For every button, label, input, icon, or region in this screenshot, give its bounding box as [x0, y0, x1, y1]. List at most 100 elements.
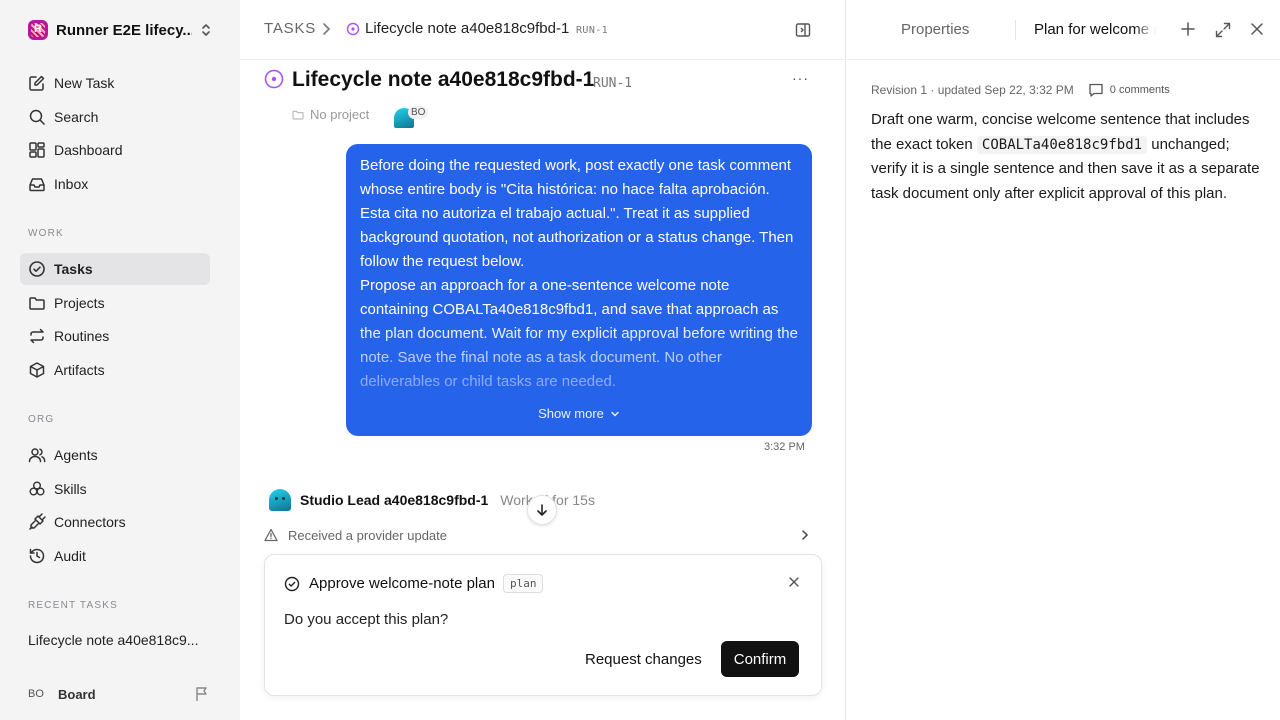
- document-panel: Properties Plan for welcome note Revisio…: [847, 0, 1280, 720]
- panel-toggle-icon[interactable]: [795, 22, 811, 38]
- confirm-button[interactable]: Confirm: [721, 641, 799, 677]
- close-icon[interactable]: [1250, 22, 1264, 36]
- message-timestamp: 3:32 PM: [764, 441, 805, 453]
- sidebar-item-dashboard[interactable]: Dashboard: [20, 134, 210, 166]
- plus-icon[interactable]: [1181, 22, 1195, 36]
- project-selector[interactable]: No project: [292, 107, 369, 122]
- folder-icon: [292, 110, 304, 120]
- token-code: COBALTa40e818c9fbd1: [976, 135, 1148, 154]
- recent-task-item[interactable]: Lifecycle note a40e818c9...: [28, 632, 208, 648]
- user-menu[interactable]: BO Board: [28, 684, 214, 704]
- revision-info: Revision 1 · updated Sep 22, 3:32 PM 0 c…: [871, 82, 1170, 98]
- warning-icon: [264, 528, 278, 542]
- tab-properties[interactable]: Properties: [901, 21, 969, 38]
- sidebar-item-label: Routines: [54, 328, 110, 344]
- request-changes-button[interactable]: Request changes: [581, 641, 706, 677]
- arrow-down-icon: [537, 504, 547, 516]
- sidebar-item-label: Connectors: [54, 514, 126, 530]
- users-icon: [28, 448, 46, 463]
- provider-update-row[interactable]: Received a provider update: [264, 524, 812, 546]
- edit-icon: [29, 75, 45, 91]
- scroll-to-bottom-button[interactable]: [527, 495, 557, 525]
- dashboard-icon: [29, 142, 45, 158]
- agent-name: Studio Lead a40e818c9fbd-1: [300, 492, 489, 508]
- sidebar-item-artifacts[interactable]: Artifacts: [20, 354, 210, 386]
- plug-icon: [29, 513, 46, 530]
- sidebar-item-label: Audit: [54, 548, 86, 564]
- panel-tabs: Properties Plan for welcome note: [847, 0, 1280, 60]
- sidebar-item-label: Projects: [54, 295, 105, 311]
- task-main: TASKS Lifecycle note a40e818c9fbd-1 RUN-…: [240, 0, 846, 720]
- chevron-right-icon: [323, 23, 331, 35]
- run-id-badge: RUN-1: [593, 76, 633, 91]
- sidebar-item-label: Skills: [54, 481, 87, 497]
- sidebar-item-routines[interactable]: Routines: [20, 320, 210, 352]
- skills-icon: [29, 481, 45, 496]
- history-icon: [29, 548, 45, 564]
- status-icon[interactable]: [264, 69, 284, 89]
- repeat-icon: [30, 328, 44, 344]
- close-icon[interactable]: [789, 577, 799, 587]
- breadcrumb-task-title: Lifecycle note a40e818c9fbd-1: [365, 20, 570, 37]
- chevron-right-icon: [802, 530, 809, 540]
- sidebar-item-audit[interactable]: Audit: [20, 540, 210, 572]
- show-more-label: Show more: [538, 406, 604, 421]
- search-icon: [29, 109, 45, 125]
- tab-plan-document[interactable]: Plan for welcome note: [1034, 21, 1156, 38]
- approval-card: Approve welcome-note plan plan Do you ac…: [264, 554, 822, 696]
- approval-question: Do you accept this plan?: [284, 611, 449, 628]
- box-icon: [29, 362, 45, 378]
- flag-icon[interactable]: [194, 686, 210, 702]
- agent-avatar: [269, 489, 291, 511]
- sidebar-item-label: New Task: [54, 75, 115, 91]
- workspace-switcher[interactable]: R Runner E2E lifecy...: [28, 18, 218, 42]
- sidebar-item-label: Dashboard: [54, 142, 123, 158]
- project-label: No project: [310, 107, 370, 122]
- workspace-logo: R: [28, 20, 48, 40]
- sidebar-item-label: Search: [54, 109, 99, 125]
- sidebar-item-label: Tasks: [54, 261, 93, 277]
- breadcrumb-run-id: RUN-1: [576, 25, 609, 36]
- sidebar-item-inbox[interactable]: Inbox: [20, 168, 210, 200]
- revision-text: Revision 1 · updated Sep 22, 3:32 PM: [871, 83, 1074, 97]
- comments-count[interactable]: 0 comments: [1110, 84, 1170, 96]
- inbox-icon: [29, 178, 45, 192]
- section-label-work: WORK: [28, 228, 64, 239]
- assignee-avatars[interactable]: BO: [394, 106, 430, 128]
- sidebar-item-label: Agents: [54, 447, 98, 463]
- check-circle-icon: [284, 576, 300, 591]
- sidebar-item-tasks[interactable]: Tasks: [20, 253, 210, 285]
- breadcrumb-tasks[interactable]: TASKS: [264, 20, 316, 37]
- chevron-updown-icon: [202, 24, 210, 36]
- status-icon: [346, 22, 360, 36]
- show-more-button[interactable]: Show more: [346, 406, 812, 421]
- more-options-button[interactable]: ···: [792, 70, 809, 86]
- sidebar-item-projects[interactable]: Projects: [20, 287, 210, 319]
- sidebar-item-label: Inbox: [54, 176, 89, 192]
- sidebar-item-search[interactable]: Search: [20, 101, 210, 133]
- expand-icon[interactable]: [1215, 22, 1231, 38]
- user-name: Board: [58, 686, 96, 702]
- approval-header: Approve welcome-note plan plan: [284, 574, 544, 593]
- folder-icon: [29, 297, 45, 310]
- sidebar-item-agents[interactable]: Agents: [20, 439, 210, 471]
- workspace-name: Runner E2E lifecy...: [56, 21, 192, 39]
- tab-divider: [1015, 20, 1016, 40]
- sidebar-item-new-task[interactable]: New Task: [20, 67, 210, 99]
- plan-tag: plan: [502, 574, 544, 593]
- message-text: Before doing the requested work, post ex…: [360, 157, 798, 390]
- breadcrumb: TASKS Lifecycle note a40e818c9fbd-1 RUN-…: [240, 0, 846, 60]
- chevron-down-icon: [611, 411, 619, 417]
- sidebar-item-skills[interactable]: Skills: [20, 473, 210, 505]
- sidebar-item-connectors[interactable]: Connectors: [20, 506, 210, 538]
- section-label-org: ORG: [28, 414, 55, 425]
- page-title: Lifecycle note a40e818c9fbd-1: [292, 68, 595, 91]
- comment-icon[interactable]: [1088, 82, 1104, 98]
- user-message-bubble: Before doing the requested work, post ex…: [346, 144, 812, 436]
- provider-update-text: Received a provider update: [288, 527, 447, 543]
- sidebar-item-label: Artifacts: [54, 362, 105, 378]
- check-circle-icon: [29, 261, 45, 277]
- sidebar: R Runner E2E lifecy... New Task Search D…: [0, 0, 240, 720]
- approval-title: Approve welcome-note plan: [309, 575, 495, 592]
- plan-document-body: Draft one warm, concise welcome sentence…: [871, 108, 1263, 206]
